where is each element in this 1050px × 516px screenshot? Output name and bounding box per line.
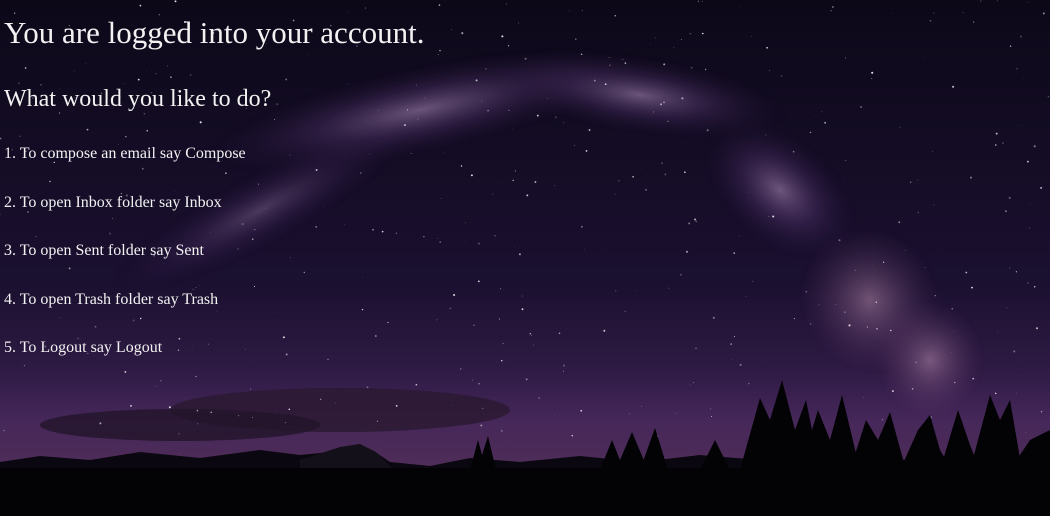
star bbox=[23, 365, 25, 367]
star bbox=[739, 363, 742, 366]
star bbox=[554, 414, 555, 416]
star bbox=[160, 380, 162, 382]
star bbox=[395, 405, 398, 407]
star bbox=[274, 412, 276, 414]
star bbox=[155, 386, 157, 387]
star bbox=[335, 402, 337, 404]
star bbox=[196, 409, 199, 412]
star bbox=[891, 390, 894, 393]
star bbox=[954, 381, 956, 384]
star bbox=[478, 383, 480, 385]
star bbox=[690, 384, 691, 385]
star bbox=[210, 411, 212, 414]
star bbox=[862, 396, 864, 398]
star bbox=[460, 368, 462, 370]
main-content: You are logged into your account. What w… bbox=[0, 0, 1050, 358]
star bbox=[525, 378, 528, 381]
star bbox=[563, 364, 565, 367]
star bbox=[168, 406, 171, 409]
star bbox=[915, 361, 917, 363]
star bbox=[538, 397, 541, 400]
star bbox=[629, 413, 631, 415]
option-sent: 3. To open Sent folder say Sent bbox=[4, 242, 204, 259]
star bbox=[249, 388, 252, 390]
star bbox=[930, 416, 932, 418]
star bbox=[3, 429, 5, 432]
star bbox=[471, 379, 473, 381]
star bbox=[319, 398, 322, 401]
options-list: 1. To compose an email say Compose 2. To… bbox=[4, 144, 1050, 358]
star bbox=[99, 422, 102, 425]
star bbox=[748, 383, 750, 385]
star bbox=[197, 423, 199, 425]
star bbox=[288, 408, 291, 411]
star bbox=[284, 422, 287, 424]
star bbox=[252, 416, 253, 418]
star bbox=[238, 415, 240, 417]
option-compose: 1. To compose an email say Compose bbox=[4, 145, 246, 162]
star bbox=[571, 434, 574, 437]
star bbox=[366, 386, 369, 389]
star bbox=[501, 359, 503, 362]
star bbox=[972, 377, 975, 380]
star bbox=[732, 359, 733, 360]
star bbox=[376, 420, 378, 422]
star bbox=[580, 409, 583, 412]
page-title: You are logged into your account. bbox=[4, 15, 425, 50]
option-trash: 4. To open Trash folder say Trash bbox=[4, 290, 219, 308]
star bbox=[450, 404, 452, 406]
star bbox=[711, 416, 712, 417]
star bbox=[480, 424, 483, 427]
page-subtitle: What would you like to do? bbox=[4, 86, 272, 112]
star bbox=[80, 387, 82, 388]
star bbox=[124, 370, 127, 373]
star bbox=[881, 419, 883, 421]
star bbox=[178, 433, 180, 435]
star bbox=[1016, 392, 1017, 394]
star bbox=[675, 412, 676, 414]
star bbox=[1040, 411, 1043, 413]
star bbox=[195, 375, 197, 378]
star bbox=[563, 370, 564, 372]
star bbox=[130, 405, 132, 407]
star bbox=[1025, 432, 1027, 434]
star bbox=[692, 382, 694, 384]
star bbox=[641, 405, 642, 407]
star bbox=[710, 408, 712, 410]
star bbox=[911, 388, 914, 390]
star bbox=[481, 407, 484, 410]
star bbox=[327, 358, 329, 361]
star bbox=[500, 429, 503, 432]
star bbox=[415, 383, 418, 386]
star bbox=[994, 392, 997, 395]
option-logout: 5. To Logout say Logout bbox=[4, 339, 163, 356]
option-inbox: 2. To open Inbox folder say Inbox bbox=[4, 193, 222, 211]
